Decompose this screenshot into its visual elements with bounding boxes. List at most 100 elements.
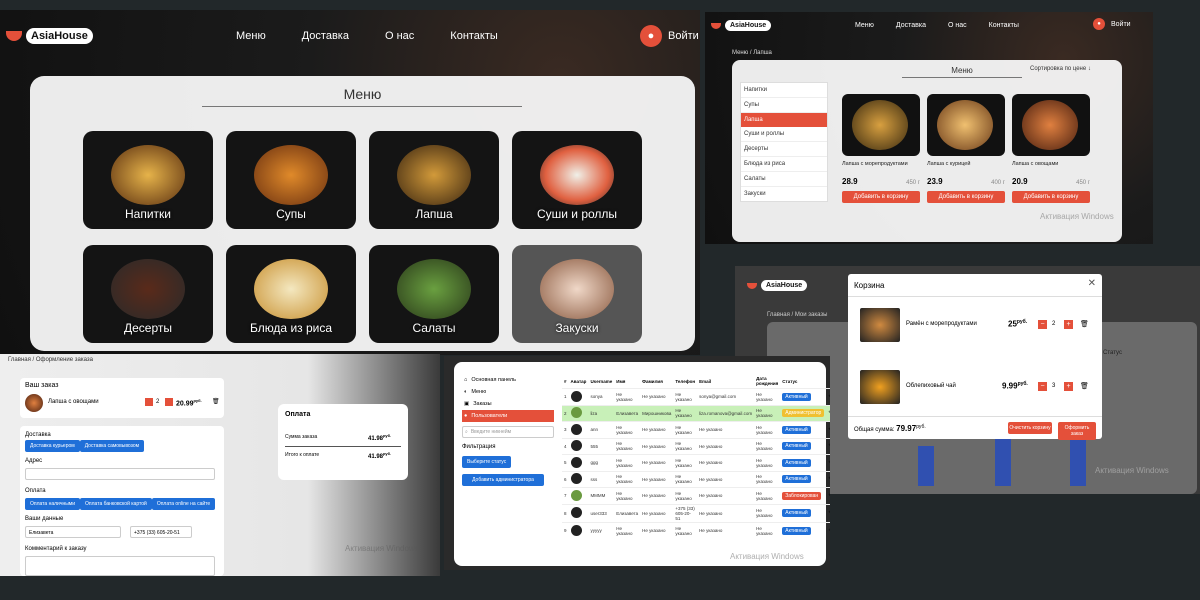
payment-card: Оплата Сумма заказа 41.98руб. Итого к оп… (278, 404, 408, 480)
sidebar-item-menu[interactable]: ◐ Меню (462, 386, 554, 398)
table-row: 3 ann Не указано Не указано Не указано Не ука… (562, 421, 830, 439)
edit-icon[interactable]: ✎ (826, 504, 830, 522)
edit-icon[interactable]: ✎ (826, 389, 830, 406)
edit-icon[interactable]: ✎ (826, 488, 830, 505)
payment-card-title: Оплата (285, 411, 311, 418)
nav-about[interactable]: О нас (948, 22, 967, 29)
login-button[interactable]: ● Войти (1093, 18, 1131, 30)
category-sushi[interactable]: Суши и роллы (512, 131, 642, 229)
product-name: Лапша с морепродуктами (842, 161, 908, 167)
logo[interactable]: AsiaHouse (711, 20, 772, 31)
trash-icon[interactable]: 🗑 (1080, 382, 1089, 390)
increase-button[interactable]: + (1064, 382, 1073, 391)
order-form: Доставка Доставка курьером Доставка само… (20, 426, 224, 576)
category-desserts[interactable]: Десерты (83, 245, 213, 343)
category-soups[interactable]: Супы (226, 131, 356, 229)
category-noodles[interactable]: Лапша (369, 131, 499, 229)
sidebar-item-snacks[interactable]: Закуски (741, 187, 827, 201)
edit-icon[interactable]: ✎ (826, 405, 830, 422)
add-admin-button[interactable]: Добавить администратора (462, 474, 544, 486)
menu-icon: ◐ (464, 389, 468, 395)
trash-icon[interactable]: 🗑 (1080, 320, 1089, 328)
payment-online-button[interactable]: Оплата online на сайте (151, 498, 216, 510)
col-status: Статус (782, 378, 798, 384)
add-to-cart-button[interactable]: Добавить в корзину (927, 191, 1005, 203)
edit-icon[interactable]: ✎ (826, 422, 830, 439)
search-input[interactable]: ⌕ Введите никнейм (462, 426, 554, 438)
increase-button[interactable]: + (1064, 320, 1073, 329)
nav-about[interactable]: О нас (385, 30, 414, 42)
sidebar-item-dashboard[interactable]: ⌂ Основная панель (462, 374, 554, 386)
cell-first: Елизавета (616, 410, 639, 416)
order-title: Ваш заказ (25, 382, 59, 389)
status-badge: Активный (780, 471, 826, 488)
logo[interactable]: AsiaHouse (747, 280, 808, 291)
sidebar-item-users[interactable]: ● Пользователи (462, 410, 554, 422)
delivery-courier-button[interactable]: Доставка курьером (25, 440, 80, 452)
nav-delivery[interactable]: Доставка (896, 22, 926, 29)
logo[interactable]: AsiaHouse (6, 28, 93, 44)
edit-icon[interactable]: ✎ (826, 471, 830, 488)
breadcrumb: Меню / Лапша (732, 50, 772, 56)
sidebar-item-orders[interactable]: ▣ Заказы (462, 398, 554, 410)
edit-icon[interactable]: ✎ (826, 438, 830, 455)
decrease-button[interactable]: − (1038, 320, 1047, 329)
price-row: 20.9 450 г (1012, 177, 1090, 186)
increase-button[interactable] (165, 398, 173, 406)
add-to-cart-button[interactable]: Добавить в корзину (1012, 191, 1090, 203)
item-image (860, 308, 900, 342)
trash-icon[interactable]: 🗑 (212, 398, 220, 405)
name-field[interactable]: Елизавета (25, 526, 121, 538)
comment-textarea[interactable] (25, 556, 215, 576)
avatar (569, 405, 589, 422)
salads-image (397, 259, 471, 319)
status-select[interactable]: Выберите статус (462, 456, 512, 468)
nav-delivery[interactable]: Доставка (302, 30, 349, 42)
cell-phone: Не указано (675, 424, 692, 435)
category-drinks[interactable]: Напитки (83, 131, 213, 229)
decrease-button[interactable]: − (1038, 382, 1047, 391)
edit-icon[interactable]: ✎ (826, 455, 830, 472)
sort-by-price[interactable]: Сортировка по цене ↓ (1030, 66, 1091, 72)
breadcrumb: Главная / Оформление заказа (8, 357, 93, 363)
avatar (569, 471, 589, 488)
sidebar-item-salads[interactable]: Салаты (741, 172, 827, 187)
nav-menu[interactable]: Меню (236, 30, 266, 42)
sidebar-item-drinks[interactable]: Напитки (741, 83, 827, 98)
col-birth-date: Дата рождения (756, 376, 779, 386)
chart-bar (995, 436, 1011, 486)
product-image (842, 94, 920, 156)
admin-screenshot: ⌂ Основная панель ◐ Меню ▣ Заказы ● Пользова… (444, 356, 830, 570)
sidebar-item-noodles[interactable]: Лапша (741, 113, 827, 127)
home-icon: ⌂ (464, 377, 468, 383)
category-rice[interactable]: Блюда из риса (226, 245, 356, 343)
category-salads[interactable]: Салаты (369, 245, 499, 343)
payment-card-button[interactable]: Оплата банковской картой (80, 498, 152, 510)
bowl-icon (711, 22, 721, 29)
phone-field[interactable]: +375 (33) 605-20-51 (130, 526, 192, 538)
divider (848, 296, 1102, 297)
sidebar-item-desserts[interactable]: Десерты (741, 142, 827, 157)
table-row: 6 sss Не указано Не указано Не указано Не ука… (562, 471, 830, 488)
clear-cart-button[interactable]: Очистить корзину (1008, 422, 1052, 434)
nav-menu[interactable]: Меню (855, 22, 874, 29)
nav-contacts[interactable]: Контакты (450, 30, 498, 42)
add-to-cart-button[interactable]: Добавить в корзину (842, 191, 920, 203)
breadcrumb: Главная / Мои заказы (767, 312, 828, 318)
order-item-price: 20.99руб. (176, 398, 202, 408)
cell-phone: Не указано (675, 441, 692, 452)
sidebar-item-soups[interactable]: Супы (741, 98, 827, 113)
checkout-button[interactable]: Оформить заказ (1058, 422, 1096, 440)
nav-contacts[interactable]: Контакты (989, 22, 1019, 29)
close-icon[interactable]: ✕ (1088, 278, 1096, 289)
category-snacks[interactable]: Закуски (512, 245, 642, 343)
sidebar-item-rice[interactable]: Блюда из риса (741, 157, 827, 172)
user-avatar-icon (570, 407, 582, 419)
delivery-pickup-button[interactable]: Доставка самовывозом (79, 440, 145, 452)
payment-cash-button[interactable]: Оплата наличными (25, 498, 81, 510)
address-input[interactable] (25, 468, 215, 480)
edit-icon[interactable]: ✎ (826, 522, 830, 539)
login-button[interactable]: ● Войти (640, 25, 699, 47)
sidebar-item-sushi[interactable]: Суши и роллы (741, 127, 827, 142)
decrease-button[interactable] (145, 398, 153, 406)
